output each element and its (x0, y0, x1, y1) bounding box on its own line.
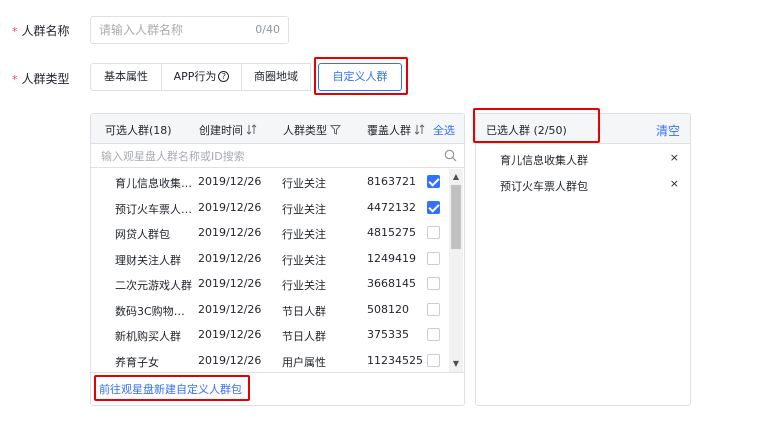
row-checkbox[interactable] (427, 252, 440, 265)
audience-name: 新机购买人群 (115, 330, 181, 343)
help-icon[interactable]: ? (218, 71, 230, 82)
row-checkbox[interactable] (427, 303, 440, 316)
audience-name: 数码3C购物节人群 (115, 305, 195, 318)
select-all-link[interactable]: 全选 (433, 122, 455, 138)
left-panel-footer: 前往观星盘新建自定义人群包 (91, 372, 464, 405)
audience-coverage: 11234525 (367, 354, 423, 367)
name-input-box[interactable]: 0/40 (90, 16, 289, 44)
name-input[interactable] (99, 21, 249, 39)
filter-icon[interactable] (330, 124, 341, 135)
sort-icon[interactable] (414, 124, 425, 135)
audience-coverage: 4815275 (367, 226, 416, 239)
required-mark: * (12, 25, 18, 38)
audience-coverage: 375335 (367, 328, 409, 341)
audience-date: 2019/12/26 (198, 303, 262, 316)
selected-item-name: 育儿信息收集人群 (500, 154, 588, 167)
header-created-time[interactable]: 创建时间 (199, 122, 257, 138)
audience-date: 2019/12/26 (198, 354, 262, 367)
row-checkbox[interactable] (427, 277, 440, 290)
audience-list: 育儿信息收集人群 2019/12/26 行业关注 8163721 预订火车票人群… (91, 169, 449, 372)
tab-business-district[interactable]: 商圈地域 (241, 63, 311, 91)
audience-name: 二次元游戏人群 (115, 279, 192, 292)
row-checkbox[interactable] (427, 354, 440, 367)
header-audience-type[interactable]: 人群类型 (283, 122, 341, 138)
scroll-down-icon[interactable]: ▼ (451, 359, 461, 369)
tab-app-behavior[interactable]: APP行为? (161, 63, 242, 91)
audience-name: 预订火车票人群包 (115, 203, 195, 216)
selected-audience-panel: 已选人群 (2/50) 清空 育儿信息收集人群 × 预订火车票人群包 × (475, 113, 691, 406)
close-icon[interactable]: × (670, 151, 679, 164)
selected-panel-header: 已选人群 (2/50) 清空 (476, 114, 690, 144)
audience-type: 行业关注 (282, 203, 326, 216)
selected-item-name: 预订火车票人群包 (500, 180, 588, 193)
audience-name: 理财关注人群 (115, 254, 181, 267)
audience-date: 2019/12/26 (198, 226, 262, 239)
audience-coverage: 1249419 (367, 252, 416, 265)
audience-coverage: 3668145 (367, 277, 416, 290)
selected-item: 育儿信息收集人群 × (476, 146, 690, 172)
audience-search-box (91, 144, 464, 168)
clear-button[interactable]: 清空 (656, 122, 680, 139)
audience-date: 2019/12/26 (198, 175, 262, 188)
name-label: * 人群名称 (12, 24, 70, 38)
audience-date: 2019/12/26 (198, 252, 262, 265)
row-checkbox[interactable] (427, 175, 440, 188)
selected-count: (2/50) (533, 124, 567, 137)
audience-date: 2019/12/26 (198, 201, 262, 214)
audience-type: 节日人群 (282, 330, 326, 343)
search-icon[interactable] (444, 149, 457, 162)
header-available: 可选人群(18) (105, 124, 172, 137)
audience-date: 2019/12/26 (198, 328, 262, 341)
scroll-up-icon[interactable]: ▲ (451, 172, 461, 182)
selected-title: 已选人群 (2/50) (486, 124, 567, 137)
audience-type: 行业关注 (282, 279, 326, 292)
required-mark: * (12, 73, 18, 86)
audience-type: 行业关注 (282, 254, 326, 267)
available-table-header: 可选人群(18) 创建时间 人群类型 覆盖人群 全选 (91, 114, 464, 144)
table-row[interactable]: 养育子女 2019/12/26 用户属性 11234525 (91, 348, 449, 372)
audience-name: 养育子女 (115, 356, 159, 369)
audience-name: 育儿信息收集人群 (115, 177, 195, 190)
type-label: * 人群类型 (12, 72, 70, 86)
audience-search-input[interactable] (101, 148, 431, 164)
scroll-thumb[interactable] (451, 185, 461, 249)
audience-type: 行业关注 (282, 177, 326, 190)
available-audience-panel: 可选人群(18) 创建时间 人群类型 覆盖人群 全选 育儿信息收集人群 2019… (90, 113, 465, 406)
row-checkbox[interactable] (427, 201, 440, 214)
table-row[interactable]: 新机购买人群 2019/12/26 节日人群 375335 (91, 322, 449, 348)
audience-name: 网贷人群包 (115, 228, 170, 241)
selected-item: 预订火车票人群包 × (476, 172, 690, 198)
tab-custom-audience[interactable]: 自定义人群 (318, 63, 402, 91)
audience-type: 用户属性 (282, 356, 326, 369)
table-row[interactable]: 理财关注人群 2019/12/26 行业关注 1249419 (91, 246, 449, 272)
table-row[interactable]: 预订火车票人群包 2019/12/26 行业关注 4472132 (91, 195, 449, 221)
create-custom-audience-link[interactable]: 前往观星盘新建自定义人群包 (99, 381, 242, 397)
close-icon[interactable]: × (670, 177, 679, 190)
name-char-counter: 0/40 (255, 23, 280, 36)
audience-type: 节日人群 (282, 305, 326, 318)
audience-coverage: 508120 (367, 303, 409, 316)
row-checkbox[interactable] (427, 328, 440, 341)
sort-icon[interactable] (246, 124, 257, 135)
audience-coverage: 8163721 (367, 175, 416, 188)
header-coverage[interactable]: 覆盖人群 (367, 122, 425, 138)
audience-coverage: 4472132 (367, 201, 416, 214)
table-row[interactable]: 网贷人群包 2019/12/26 行业关注 4815275 (91, 220, 449, 246)
tab-basic-attributes[interactable]: 基本属性 (90, 63, 162, 91)
list-scrollbar[interactable]: ▲ ▼ (449, 169, 463, 372)
table-row[interactable]: 数码3C购物节人群 2019/12/26 节日人群 508120 (91, 297, 449, 323)
table-row[interactable]: 二次元游戏人群 2019/12/26 行业关注 3668145 (91, 271, 449, 297)
table-row[interactable]: 育儿信息收集人群 2019/12/26 行业关注 8163721 (91, 169, 449, 195)
audience-date: 2019/12/26 (198, 277, 262, 290)
row-checkbox[interactable] (427, 226, 440, 239)
audience-type: 行业关注 (282, 228, 326, 241)
